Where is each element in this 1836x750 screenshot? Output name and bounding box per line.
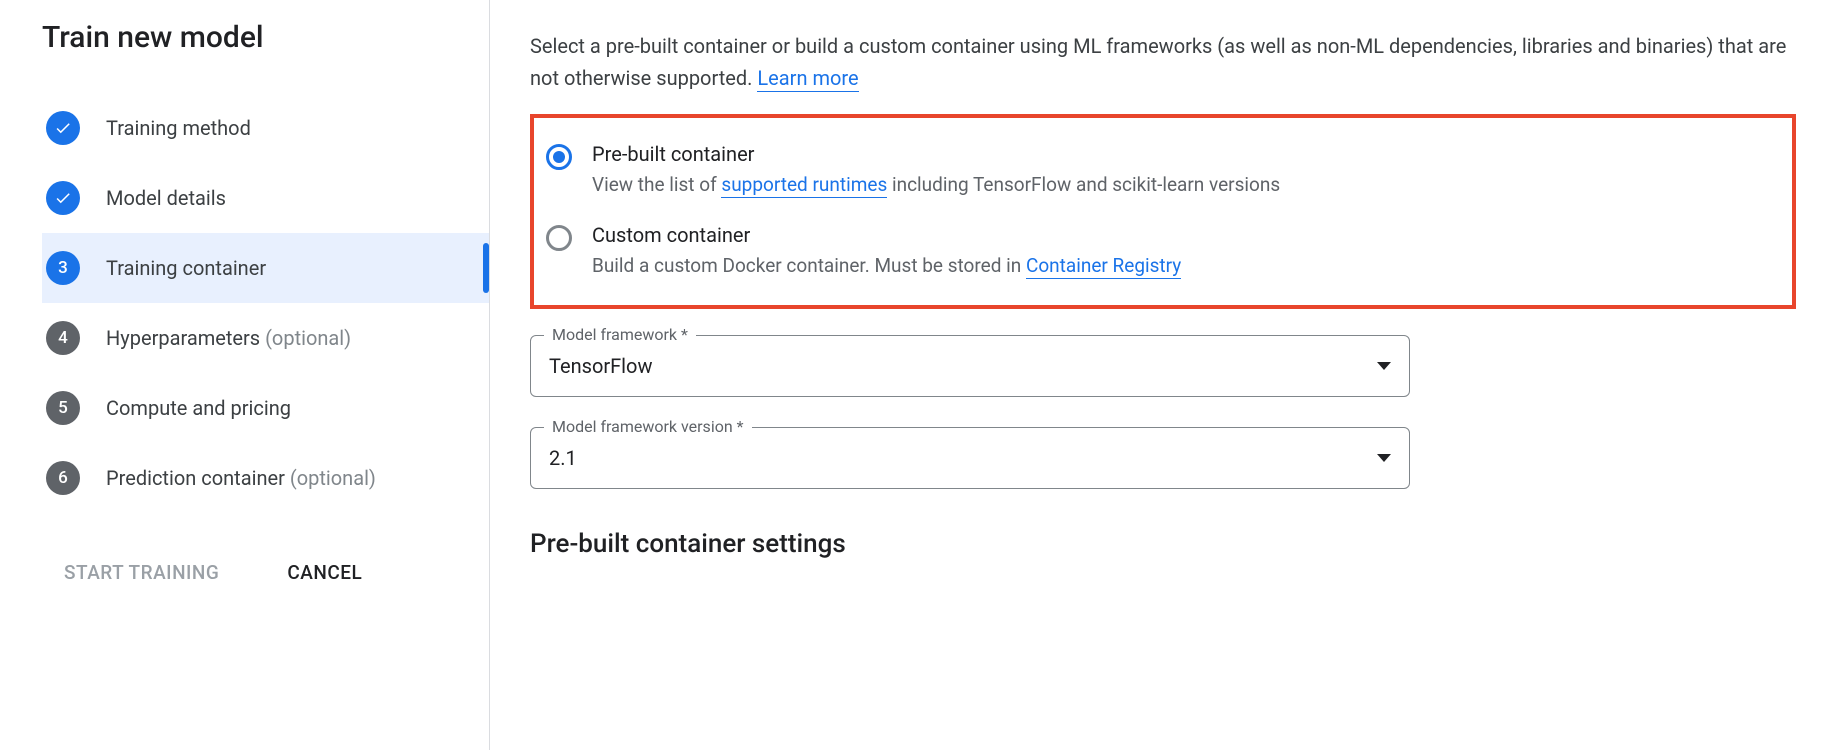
chevron-down-icon [1377,362,1391,370]
radio-title: Pre-built container [592,142,1280,166]
prebuilt-settings-heading: Pre-built container settings [530,529,1796,559]
step-label: Model details [106,186,226,210]
select-value: 2.1 [549,446,577,470]
step-model-details[interactable]: Model details [42,163,489,233]
step-number-icon: 6 [46,461,80,495]
step-prediction-container[interactable]: 6 Prediction container (optional) [42,443,489,513]
step-compute-pricing[interactable]: 5 Compute and pricing [42,373,489,443]
model-framework-select[interactable]: TensorFlow [530,335,1410,397]
step-hyperparameters[interactable]: 4 Hyperparameters (optional) [42,303,489,373]
step-training-container[interactable]: 3 Training container [42,233,489,303]
step-label: Training method [106,116,251,140]
radio-prebuilt-container[interactable]: Pre-built container View the list of sup… [546,136,1780,217]
description-text: Select a pre-built container or build a … [530,30,1796,94]
step-label: Compute and pricing [106,396,291,420]
radio-unselected-icon [546,225,572,251]
check-icon [46,181,80,215]
radio-title: Custom container [592,223,1181,247]
sidebar-actions: START TRAINING CANCEL [42,553,489,592]
step-number-icon: 4 [46,321,80,355]
start-training-button[interactable]: START TRAINING [60,553,223,592]
radio-description: View the list of supported runtimes incl… [592,172,1280,199]
container-type-group: Pre-built container View the list of sup… [530,114,1796,309]
step-training-method[interactable]: Training method [42,93,489,163]
step-number-icon: 3 [46,251,80,285]
radio-custom-container[interactable]: Custom container Build a custom Docker c… [546,217,1780,280]
chevron-down-icon [1377,454,1391,462]
radio-description: Build a custom Docker container. Must be… [592,253,1181,280]
supported-runtimes-link[interactable]: supported runtimes [721,173,887,198]
container-registry-link[interactable]: Container Registry [1026,254,1181,279]
model-framework-version-field: Model framework version * 2.1 [530,427,1410,489]
radio-selected-icon [546,144,572,170]
field-label: Model framework * [544,325,696,344]
step-label: Training container [106,256,266,280]
cancel-button[interactable]: CANCEL [283,553,366,592]
model-framework-field: Model framework * TensorFlow [530,335,1410,397]
learn-more-link[interactable]: Learn more [757,66,858,92]
wizard-sidebar: Train new model Training method Model de… [0,0,490,750]
step-label: Hyperparameters (optional) [106,326,351,350]
check-icon [46,111,80,145]
main-content: Select a pre-built container or build a … [490,0,1836,750]
model-framework-version-select[interactable]: 2.1 [530,427,1410,489]
step-label: Prediction container (optional) [106,466,376,490]
page-title: Train new model [42,20,489,55]
select-value: TensorFlow [549,354,652,378]
step-list: Training method Model details 3 Training… [42,93,489,513]
step-number-icon: 5 [46,391,80,425]
field-label: Model framework version * [544,417,752,436]
